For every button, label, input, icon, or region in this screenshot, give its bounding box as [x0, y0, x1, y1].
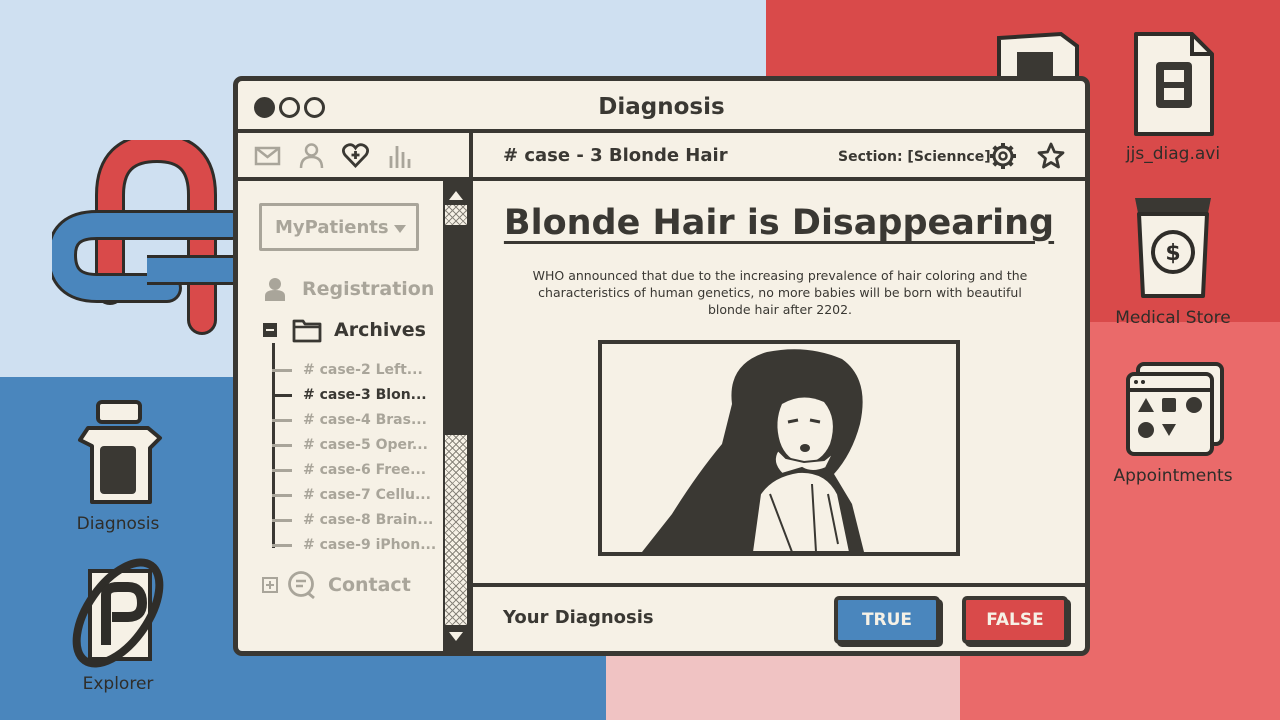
video-file-icon: [1134, 32, 1214, 136]
desktop-diagnosis[interactable]: Diagnosis: [62, 398, 174, 534]
desktop-jjs-diag-label: jjs_diag.avi: [1125, 144, 1221, 164]
person-icon: [265, 278, 285, 301]
bar-chart-icon[interactable]: [386, 142, 413, 169]
case-item[interactable]: # case-8 Brain...: [272, 510, 433, 530]
case-item[interactable]: # case-7 Cellu...: [272, 485, 431, 505]
diagnosis-footer: Your Diagnosis TRUE FALSE: [473, 583, 1085, 651]
article-panel: # case - 3 Blonde Hair Section: [Sciennc…: [473, 133, 1085, 651]
case-title: # case - 3 Blonde Hair: [503, 145, 728, 166]
patients-dropdown-value: MyPatients: [275, 217, 389, 238]
desktop-medical-store[interactable]: $ Medical Store: [1105, 192, 1241, 328]
medical-cross-logo: [52, 140, 237, 335]
desktop-medical-store-label: Medical Store: [1115, 308, 1231, 328]
user-icon[interactable]: [298, 142, 325, 169]
true-button[interactable]: TRUE: [834, 596, 940, 644]
diagnosis-window: Diagnosis MyPatients Registration Archiv…: [233, 76, 1090, 656]
svg-text:$: $: [1165, 241, 1180, 266]
scroll-up-arrow-icon[interactable]: [449, 191, 463, 200]
partial-folder-icon: [997, 31, 1079, 80]
scroll-thumb[interactable]: [445, 435, 467, 625]
explorer-icon: [72, 558, 164, 668]
toolbar: [238, 133, 469, 181]
article-photo: [598, 340, 960, 556]
scroll-track-top: [445, 205, 467, 225]
sidebar-item-archives[interactable]: Archives: [262, 317, 426, 343]
money-bag-icon: $: [1135, 198, 1211, 298]
chat-bubble-icon: [288, 571, 315, 599]
article-headline: Blonde Hair is Disappearing: [503, 203, 1055, 243]
chevron-down-icon: [394, 225, 406, 233]
desktop-appointments-label: Appointments: [1113, 466, 1233, 486]
case-item-active[interactable]: # case-3 Blon...: [272, 385, 427, 405]
woman-portrait-image: [642, 349, 864, 552]
star-icon[interactable]: [1037, 142, 1065, 170]
desktop-explorer[interactable]: Explorer: [62, 555, 174, 694]
scroll-down-arrow-icon[interactable]: [449, 632, 463, 641]
milk-carton-icon: [78, 400, 162, 504]
mail-icon[interactable]: [254, 142, 281, 169]
collapse-minus-icon[interactable]: [262, 322, 278, 338]
article-header: # case - 3 Blonde Hair Section: [Sciennc…: [473, 133, 1085, 181]
case-item[interactable]: # case-6 Free...: [272, 460, 426, 480]
desktop-diagnosis-label: Diagnosis: [76, 514, 160, 534]
case-item[interactable]: # case-4 Bras...: [272, 410, 427, 430]
desktop-explorer-label: Explorer: [82, 674, 154, 694]
window-titlebar[interactable]: Diagnosis: [238, 81, 1085, 133]
article-body: WHO announced that due to the increasing…: [532, 268, 1028, 317]
case-item[interactable]: # case-5 Oper...: [272, 435, 428, 455]
desktop-appointments[interactable]: Appointments: [1105, 358, 1241, 486]
expand-plus-icon[interactable]: [262, 577, 278, 593]
sidebar-item-label: Contact: [328, 574, 411, 596]
windows-shapes-icon: [1126, 362, 1224, 456]
case-item[interactable]: # case-9 iPhon...: [272, 535, 436, 555]
sidebar-item-label: Registration: [302, 278, 435, 300]
sidebar: MyPatients Registration Archives # case-…: [238, 181, 443, 651]
sidebar-item-label: Archives: [334, 319, 426, 341]
folder-icon: [292, 319, 322, 343]
sidebar-scrollbar[interactable]: [443, 181, 469, 651]
left-panel: MyPatients Registration Archives # case-…: [238, 133, 473, 651]
false-button[interactable]: FALSE: [962, 596, 1068, 644]
section-label: Section: [Sciennce]: [838, 149, 991, 165]
heart-plus-icon[interactable]: [342, 142, 369, 169]
window-title: Diagnosis: [598, 94, 725, 120]
sidebar-item-contact[interactable]: Contact: [262, 571, 411, 599]
desktop-jjs-diag[interactable]: jjs_diag.avi: [1110, 30, 1236, 164]
case-item[interactable]: # case-2 Left...: [272, 360, 423, 380]
patients-dropdown[interactable]: MyPatients: [259, 203, 419, 251]
your-diagnosis-label: Your Diagnosis: [503, 607, 654, 628]
gear-icon[interactable]: [989, 142, 1017, 170]
sidebar-item-registration[interactable]: Registration: [262, 276, 434, 302]
